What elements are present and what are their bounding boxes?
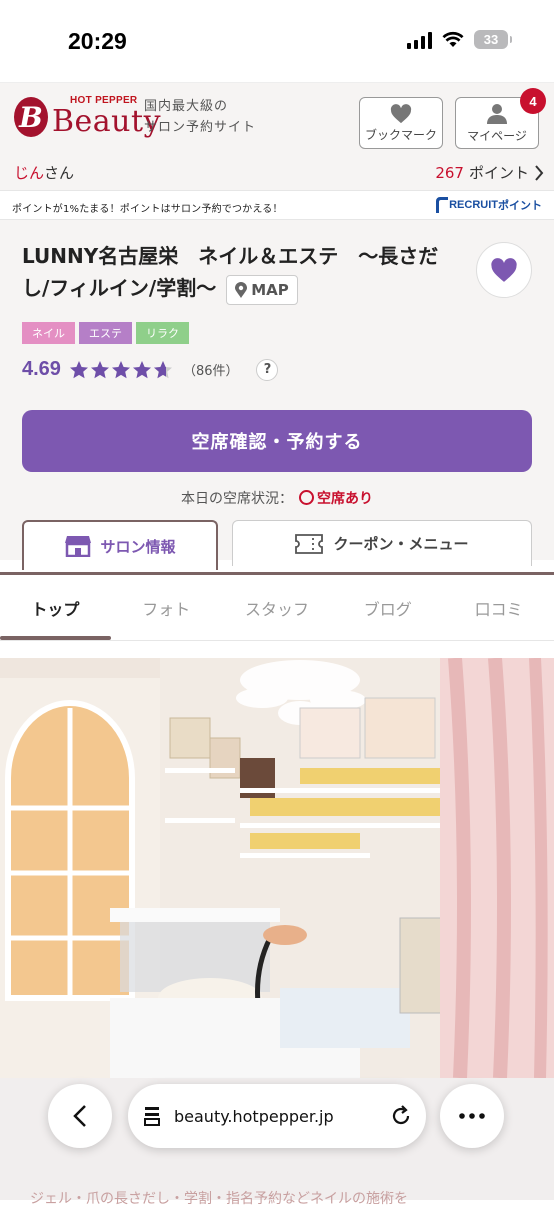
- rating-help-button[interactable]: ?: [256, 358, 279, 381]
- page-bottom-text: ジェル・爪の長さだし・学割・指名予約などネイルの施術を: [30, 1191, 408, 1207]
- logo-mark: B: [14, 97, 48, 137]
- hotpepper-beauty-logo[interactable]: B HOT PEPPER Beauty: [14, 95, 161, 137]
- site-header: B HOT PEPPER Beauty 国内最大級の サロン予約サイト ブックマ…: [0, 82, 554, 154]
- rating-stars: [69, 360, 173, 380]
- status-time: 20:29: [68, 28, 127, 54]
- tab-salon-info[interactable]: サロン情報: [22, 520, 218, 570]
- user-name-red: じん: [14, 164, 45, 182]
- url-text: beauty.hotpepper.jp: [174, 1106, 334, 1126]
- url-bar[interactable]: beauty.hotpepper.jp: [128, 1084, 426, 1148]
- subnav-photo[interactable]: フォト: [111, 575, 222, 640]
- coupon-icon: [295, 533, 324, 554]
- star-icon: [69, 360, 88, 378]
- more-dots-icon: [459, 1113, 485, 1119]
- bookmark-label: ブックマーク: [364, 127, 437, 142]
- logo-hotpepper-text: HOT PEPPER: [70, 95, 138, 106]
- availability-value: 空席あり: [317, 491, 373, 507]
- user-name-suffix: さん: [44, 164, 75, 182]
- status-icons: 33: [407, 30, 512, 49]
- recruit-point-logo: RECRUIT ポイント: [435, 197, 542, 213]
- map-button[interactable]: MAP: [226, 274, 298, 305]
- more-button[interactable]: [440, 1084, 504, 1148]
- points-link[interactable]: 267 ポイント: [435, 162, 544, 183]
- heart-icon: [491, 257, 517, 282]
- subnav-blog[interactable]: ブログ: [332, 575, 443, 640]
- salon-interior-image: [0, 658, 554, 1078]
- recruit-icon: [436, 197, 449, 213]
- user-row: じんさん 267 ポイント: [0, 154, 554, 190]
- recruit-point-text: ポイント: [498, 200, 542, 212]
- salon-main-photo[interactable]: [0, 658, 554, 1078]
- star-icon: [111, 360, 130, 378]
- tag-esthe: エステ: [79, 322, 132, 344]
- favorite-button[interactable]: [476, 242, 532, 298]
- heart-icon: [390, 103, 412, 123]
- tab-coupon-menu[interactable]: クーポン・メニュー: [232, 520, 532, 566]
- notification-badge: 4: [520, 88, 546, 114]
- reserve-button[interactable]: 空席確認・予約する: [22, 410, 532, 472]
- tab-coupon-menu-label: クーポン・メニュー: [333, 535, 469, 553]
- points-label: ポイント: [468, 164, 529, 182]
- tag-relax: リラク: [136, 322, 189, 344]
- person-icon: [487, 103, 507, 124]
- mypage-button[interactable]: マイページ 4: [455, 88, 546, 149]
- map-label: MAP: [251, 280, 289, 299]
- bookmark-button[interactable]: ブックマーク: [359, 97, 443, 149]
- points-info-bar[interactable]: ポイントが1%たまる！ポイントはサロン予約でつかえる！ RECRUIT ポイント: [0, 190, 554, 220]
- genre-tags: ネイル エステ リラク: [22, 322, 189, 344]
- availability-label: 本日の空席状況：: [181, 491, 293, 507]
- back-button[interactable]: [48, 1084, 112, 1148]
- reload-icon[interactable]: [390, 1105, 412, 1127]
- shop-icon: [65, 536, 92, 557]
- star-icon: [90, 360, 109, 378]
- tagline-line-2: サロン予約サイト: [144, 120, 257, 135]
- signal-icon: [407, 31, 432, 49]
- map-pin-icon: [235, 281, 248, 298]
- availability-status: 本日の空席状況： 空席あり: [0, 488, 554, 508]
- star-icon: [132, 360, 151, 378]
- review-count[interactable]: （86件）: [183, 360, 239, 379]
- page-menu-icon: [144, 1107, 160, 1126]
- status-bar: 20:29 33: [0, 0, 554, 82]
- main-tabs: サロン情報 クーポン・メニュー: [22, 516, 532, 570]
- sub-navigation: トップ フォト スタッフ ブログ 口コミ: [0, 575, 554, 641]
- mypage-label: マイページ: [467, 128, 527, 143]
- tag-nail: ネイル: [22, 322, 75, 344]
- recruit-text: RECRUIT: [449, 199, 498, 211]
- user-name: じんさん: [14, 162, 74, 183]
- tagline-line-1: 国内最大級の: [144, 99, 229, 114]
- salon-name: LUNNY名古屋栄 ネイル＆エステ ～長さだし/フィルイン/学割～ MAP: [22, 240, 452, 305]
- chevron-right-icon: [535, 164, 544, 181]
- star-half-icon: [153, 360, 172, 378]
- subnav-top[interactable]: トップ: [0, 575, 111, 640]
- rating-score: 4.69: [22, 358, 61, 380]
- rating-row: 4.69 （86件） ?: [22, 358, 279, 381]
- chevron-left-icon: [73, 1105, 86, 1127]
- subnav-reviews[interactable]: 口コミ: [443, 575, 554, 640]
- available-circle-icon: [299, 490, 314, 505]
- tagline: 国内最大級の サロン予約サイト: [144, 96, 256, 138]
- salon-summary: LUNNY名古屋栄 ネイル＆エステ ～長さだし/フィルイン/学割～ MAP ネイル…: [0, 220, 554, 570]
- points-message: ポイントが1%たまる！ポイントはサロン予約でつかえる！: [12, 204, 283, 215]
- battery-icon: 33: [474, 30, 512, 49]
- points-number: 267: [435, 163, 464, 182]
- tab-salon-info-label: サロン情報: [100, 537, 176, 556]
- safari-toolbar: beauty.hotpepper.jp: [0, 1084, 554, 1154]
- wifi-icon: [442, 31, 464, 47]
- subnav-staff[interactable]: スタッフ: [222, 575, 333, 640]
